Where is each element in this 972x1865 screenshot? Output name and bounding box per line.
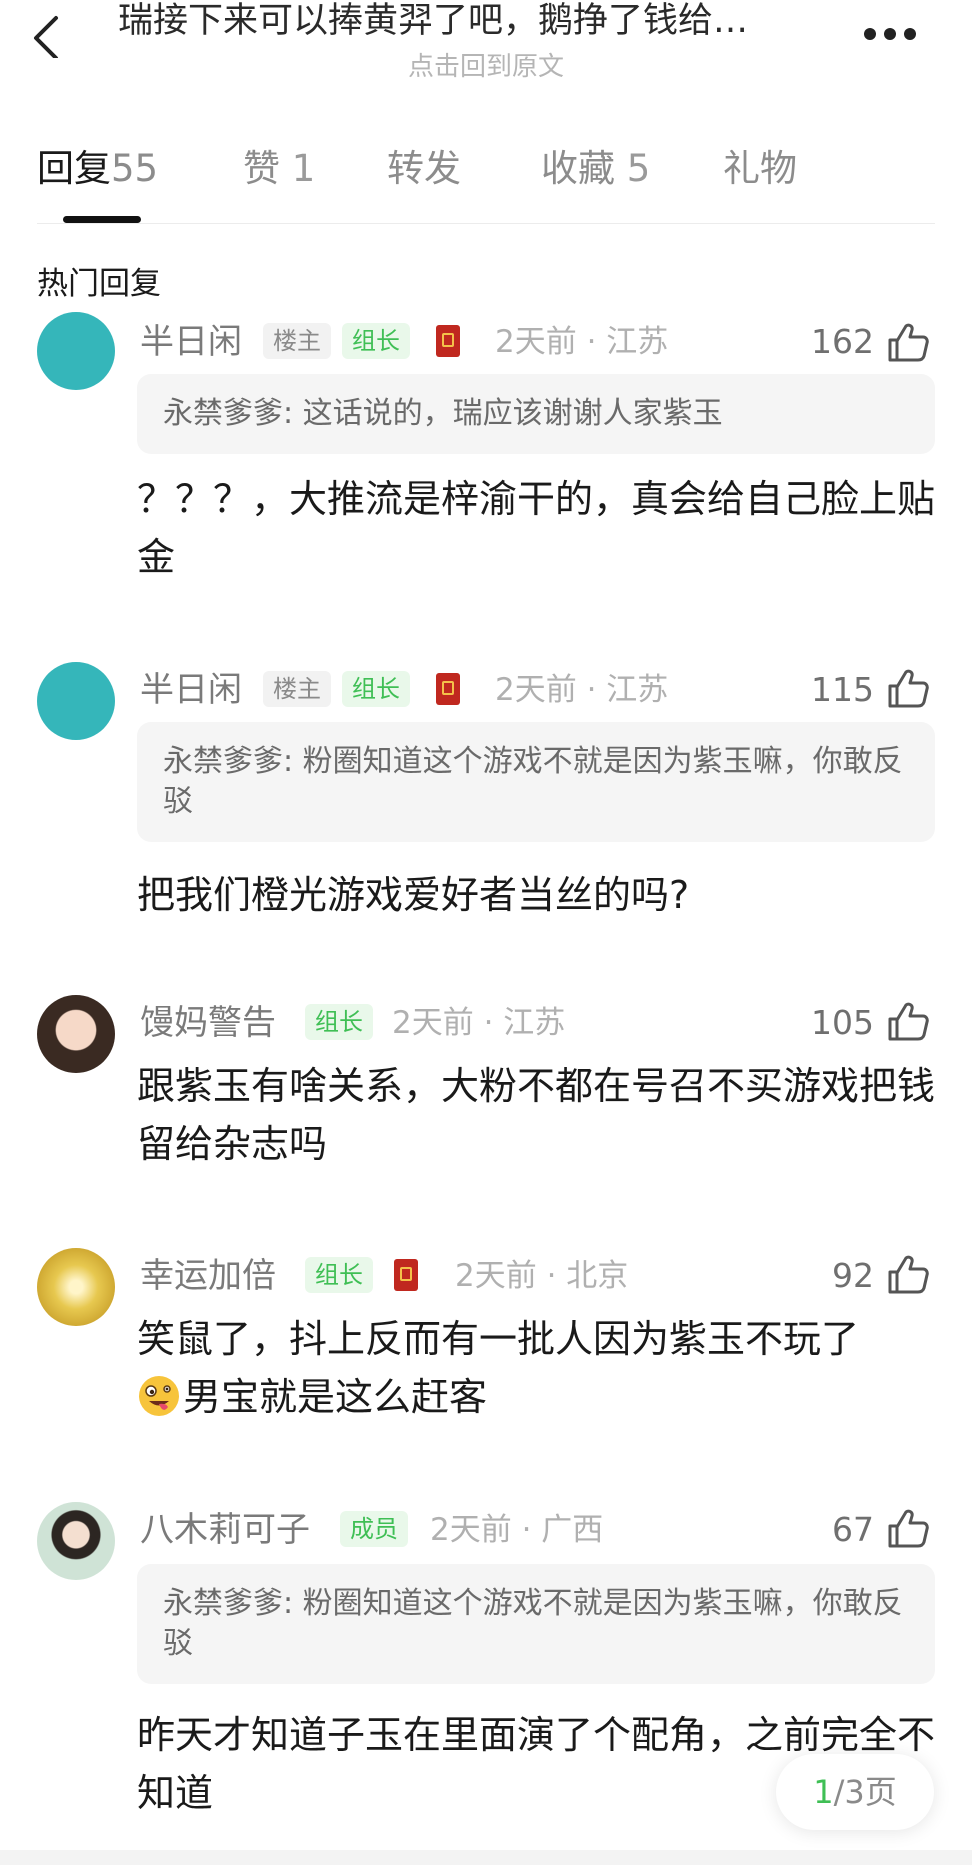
time-location: 2天前 · 江苏	[392, 1005, 566, 1041]
more-options-icon[interactable]	[862, 26, 918, 42]
red-book-icon	[436, 325, 460, 357]
quoted-reply: 永禁爹爹: 这话说的，瑞应该谢谢人家紫玉	[137, 374, 935, 454]
avatar[interactable]	[37, 1502, 115, 1580]
divider	[37, 223, 935, 224]
post-title[interactable]: 瑞接下来可以捧黄羿了吧，鹅挣了钱给…	[118, 0, 824, 42]
quoted-reply: 永禁爹爹: 粉圈知道这个游戏不就是因为紫玉嘛，你敢反驳	[137, 722, 935, 842]
thumbs-up-icon[interactable]	[886, 999, 930, 1043]
like-count: 115	[811, 670, 874, 709]
tab-reposts[interactable]: 转发	[387, 145, 461, 193]
comment-text: 跟紫玉有啥关系，大粉不都在号召不买游戏把钱留给杂志吗	[137, 1064, 936, 1166]
back-to-original-link[interactable]: 点击回到原文	[0, 46, 972, 83]
tab-favorites[interactable]: 收藏 5	[541, 145, 650, 193]
thumbs-up-icon[interactable]	[886, 1506, 930, 1550]
time-location: 2天前 · 广西	[430, 1512, 604, 1548]
quoted-reply: 永禁爹爹: 粉圈知道这个游戏不就是因为紫玉嘛，你敢反驳	[137, 1564, 935, 1684]
time-location: 2天前 · 北京	[455, 1258, 629, 1294]
avatar[interactable]	[37, 995, 115, 1073]
thumbs-up-icon[interactable]	[886, 320, 930, 364]
comment-text: ？？？，大推流是梓渝干的，真会给自己脸上贴金	[137, 477, 936, 579]
time-location: 2天前 · 江苏	[495, 324, 669, 360]
thumbs-up-icon[interactable]	[886, 666, 930, 710]
red-book-icon	[436, 673, 460, 705]
group-leader-badge: 组长	[342, 671, 410, 707]
red-book-icon	[394, 1259, 418, 1291]
tab-gifts[interactable]: 礼物	[723, 145, 797, 193]
member-badge: 成员	[340, 1511, 408, 1547]
like-count: 105	[811, 1003, 874, 1042]
comment-text: 把我们橙光游戏爱好者当丝的吗?	[137, 873, 690, 917]
group-leader-badge: 组长	[342, 323, 410, 359]
group-leader-badge: 组长	[305, 1004, 373, 1040]
active-tab-indicator	[63, 216, 141, 223]
username[interactable]: 八木莉可子	[140, 1508, 310, 1552]
time-location: 2天前 · 江苏	[495, 672, 669, 708]
avatar[interactable]	[37, 312, 115, 390]
owner-badge: 楼主	[263, 323, 331, 359]
like-count: 67	[832, 1510, 874, 1549]
username[interactable]: 幸运加倍	[140, 1254, 276, 1298]
bottom-bar	[0, 1850, 972, 1865]
owner-badge: 楼主	[263, 671, 331, 707]
username[interactable]: 馒妈警告	[140, 1001, 276, 1045]
like-count: 92	[832, 1256, 874, 1295]
thumbs-up-icon[interactable]	[886, 1252, 930, 1296]
username[interactable]: 半日闲	[140, 320, 242, 364]
avatar[interactable]	[37, 1248, 115, 1326]
avatar[interactable]	[37, 662, 115, 740]
section-title: 热门回复	[37, 266, 161, 302]
username[interactable]: 半日闲	[140, 668, 242, 712]
comment-text: 笑鼠了，抖上反而有一批人因为紫玉不玩了 男宝就是这么赶客	[137, 1317, 860, 1419]
tab-likes[interactable]: 赞 1	[243, 145, 315, 193]
page-indicator-button[interactable]: 1/3页	[776, 1754, 934, 1830]
tab-replies[interactable]: 回复55	[37, 145, 158, 193]
group-leader-badge: 组长	[305, 1257, 373, 1293]
zany-face-emoji-icon	[139, 1376, 179, 1416]
like-count: 162	[811, 322, 874, 361]
